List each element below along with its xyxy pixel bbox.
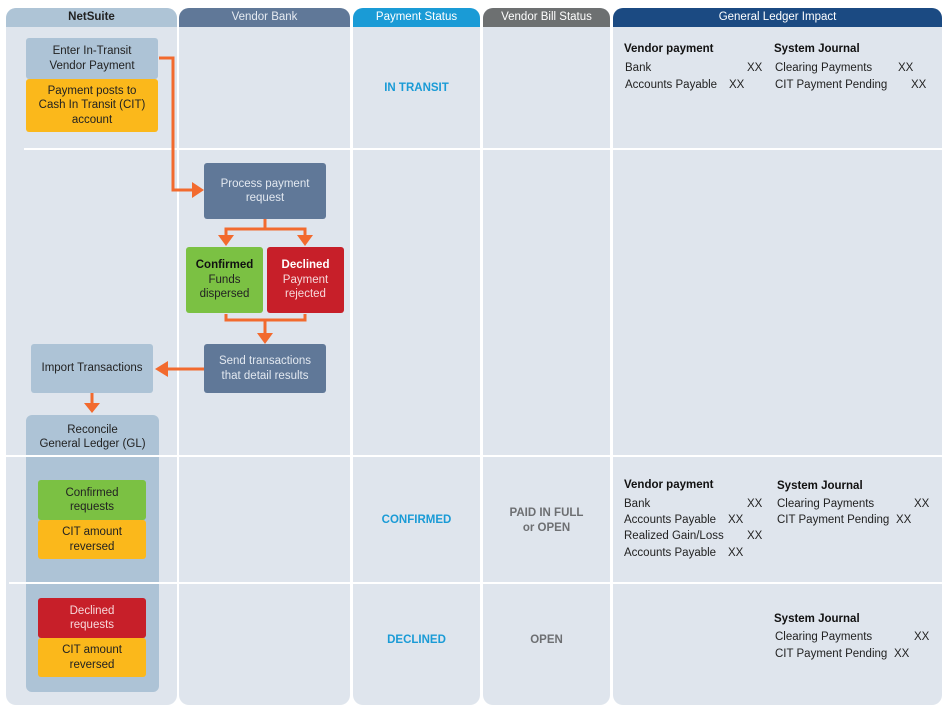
- arrowhead-import: [155, 361, 168, 377]
- gl-in-transit-vp-row: Bank XX: [625, 62, 762, 74]
- declined-requests-label: Declined requests: [69, 604, 115, 632]
- cit-reversed-declined-box[interactable]: CIT amount reversed: [38, 638, 146, 677]
- enter-in-transit-payment-box[interactable]: Enter In-Transit Vendor Payment: [26, 38, 158, 79]
- declined-subtitle: Payment rejected: [282, 273, 329, 301]
- gl-amount: XX: [747, 498, 763, 510]
- gl-declined-sj-row: Clearing Payments XX: [775, 631, 929, 643]
- arrowhead-confirmed: [218, 235, 234, 246]
- gl-account: Clearing Payments: [775, 62, 873, 74]
- gl-in-transit-vendor-payment-title: Vendor payment: [624, 43, 714, 55]
- gl-confirmed-sj-row: Clearing Payments XX: [777, 498, 929, 510]
- payment-status-confirmed: CONFIRMED: [381, 514, 452, 526]
- gl-confirmed-sj-row: CIT Payment Pending XX: [777, 514, 911, 526]
- payment-posts-cit-box[interactable]: Payment posts to Cash In Transit (CIT) a…: [26, 79, 158, 132]
- gl-declined-system-journal-title: System Journal: [774, 613, 860, 625]
- confirmed-subtitle: Funds dispersed: [199, 273, 250, 301]
- declined-title: Declined: [281, 259, 330, 272]
- gl-account: CIT Payment Pending: [775, 648, 888, 660]
- cit-reversed-confirmed-box[interactable]: CIT amount reversed: [38, 520, 146, 559]
- gl-account: Clearing Payments: [777, 498, 875, 510]
- gl-account: CIT Payment Pending: [777, 514, 890, 526]
- declined-requests-box[interactable]: Declined requests: [38, 598, 146, 638]
- gl-amount: XX: [914, 631, 930, 643]
- gl-account: Realized Gain/Loss: [624, 530, 724, 542]
- gl-in-transit-vp-row: Accounts Payable XX: [625, 79, 744, 91]
- arrowhead-declined: [297, 235, 313, 246]
- gl-confirmed-system-journal-title: System Journal: [777, 480, 863, 492]
- arrowhead-reconcile: [84, 403, 100, 413]
- confirmed-funds-box[interactable]: Confirmed Funds dispersed: [186, 247, 263, 313]
- gl-amount: XX: [894, 648, 910, 660]
- gl-account: Accounts Payable: [625, 79, 718, 91]
- process-payment-request-label: Process payment request: [220, 177, 310, 205]
- arrow-enter-to-process: [159, 56, 192, 192]
- gl-in-transit-sj-row: CIT Payment Pending XX: [775, 79, 926, 91]
- arrowhead-send: [257, 333, 273, 344]
- gl-amount: XX: [898, 62, 914, 74]
- cit-reversed-confirmed-label: CIT amount reversed: [62, 526, 122, 553]
- gl-amount: XX: [896, 514, 912, 526]
- cit-reversed-declined-label: CIT amount reversed: [62, 644, 122, 671]
- send-transactions-label: Send transactions that detail results: [218, 355, 312, 382]
- confirmed-requests-box[interactable]: Confirmed requests: [38, 480, 146, 520]
- gl-account: Bank: [624, 498, 651, 510]
- confirmed-requests-label: Confirmed requests: [65, 486, 119, 514]
- gl-declined-sj-row: CIT Payment Pending XX: [775, 648, 909, 660]
- gl-in-transit-sj-row: Clearing Payments XX: [775, 62, 913, 74]
- gl-account: Bank: [625, 62, 652, 74]
- payment-status-in-transit: IN TRANSIT: [384, 82, 449, 94]
- gl-amount: XX: [728, 547, 744, 559]
- gl-confirmed-vp-row: Realized Gain/Loss XX: [624, 530, 762, 542]
- send-transactions-box[interactable]: Send transactions that detail results: [204, 344, 326, 393]
- import-transactions-label: Import Transactions: [41, 362, 143, 375]
- vendor-bill-status-confirmed: PAID IN FULL or OPEN: [509, 507, 584, 534]
- gl-account: Accounts Payable: [624, 514, 717, 526]
- confirmed-title: Confirmed: [195, 259, 254, 272]
- reconcile-gl-label: Reconcile General Ledger (GL): [39, 423, 146, 451]
- payment-status-declined: DECLINED: [387, 634, 446, 646]
- gl-confirmed-vendor-payment-title: Vendor payment: [624, 479, 714, 491]
- gl-amount: XX: [728, 514, 744, 526]
- import-transactions-box[interactable]: Import Transactions: [31, 344, 153, 393]
- gl-account: Clearing Payments: [775, 631, 873, 643]
- gl-in-transit-system-journal-title: System Journal: [774, 43, 860, 55]
- gl-confirmed-vp-row: Accounts Payable XX: [624, 514, 743, 526]
- gl-amount: XX: [729, 79, 745, 91]
- arrowhead-process: [192, 182, 204, 198]
- gl-amount: XX: [914, 498, 930, 510]
- arrow-merge: [224, 314, 307, 322]
- process-payment-request-box[interactable]: Process payment request: [204, 163, 326, 219]
- arrow-process-split-right: [265, 227, 307, 236]
- gl-confirmed-vp-row: Bank XX: [624, 498, 762, 510]
- declined-payment-box[interactable]: Declined Payment rejected: [267, 247, 344, 313]
- payment-posts-cit-label: Payment posts to Cash In Transit (CIT) a…: [38, 84, 146, 126]
- gl-confirmed-vp-row: Accounts Payable XX: [624, 547, 743, 559]
- gl-account: Accounts Payable: [624, 547, 717, 559]
- gl-amount: XX: [911, 79, 927, 91]
- arrow-process-split: [224, 219, 267, 236]
- reconcile-gl-box[interactable]: Reconcile General Ledger (GL): [26, 418, 159, 456]
- gl-amount: XX: [747, 62, 763, 74]
- gl-account: CIT Payment Pending: [775, 79, 888, 91]
- gl-amount: XX: [747, 530, 763, 542]
- enter-in-transit-payment-label: Enter In-Transit Vendor Payment: [49, 45, 135, 72]
- vendor-bill-status-declined: OPEN: [530, 634, 563, 646]
